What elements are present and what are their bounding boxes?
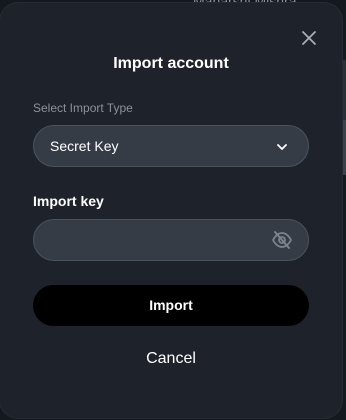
import-type-label: Select Import Type bbox=[33, 101, 133, 115]
import-account-modal: Import account Select Import Type Secret… bbox=[0, 3, 342, 418]
import-key-input[interactable] bbox=[48, 220, 268, 260]
chevron-down-icon bbox=[275, 140, 289, 154]
import-key-label: Import key bbox=[33, 193, 104, 209]
import-key-field bbox=[33, 219, 309, 261]
import-button[interactable]: Import bbox=[33, 285, 309, 326]
import-type-selected-value: Secret Key bbox=[50, 138, 119, 154]
cancel-button[interactable]: Cancel bbox=[121, 347, 221, 371]
import-type-select[interactable]: Secret Key bbox=[33, 125, 309, 167]
modal-title: Import account bbox=[113, 55, 229, 72]
close-icon[interactable] bbox=[298, 27, 320, 49]
eye-off-icon[interactable] bbox=[271, 230, 293, 250]
